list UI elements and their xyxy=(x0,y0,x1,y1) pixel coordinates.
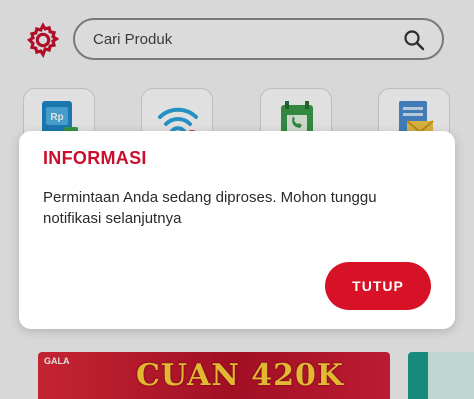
dialog-message: Permintaan Anda sedang diproses. Mohon t… xyxy=(43,189,377,227)
dialog-title: INFORMASI xyxy=(43,148,147,168)
close-button[interactable]: TUTUP xyxy=(325,262,431,310)
info-dialog: INFORMASI Permintaan Anda sedang diprose… xyxy=(19,131,455,329)
